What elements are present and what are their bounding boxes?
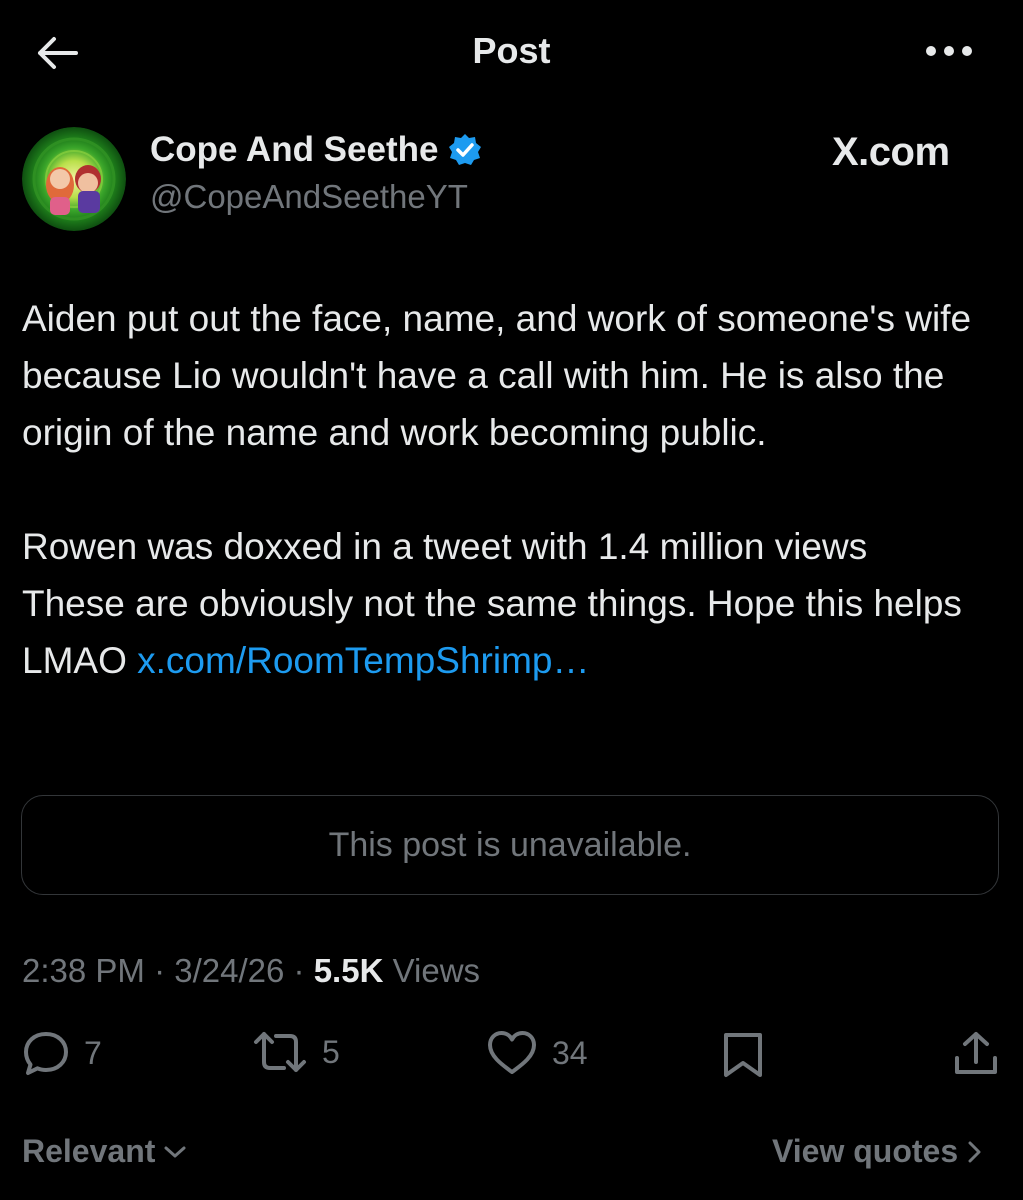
sort-label: Relevant [22,1133,156,1169]
post-date: 3/24/26 [174,952,285,989]
author-handle[interactable]: @CopeAndSeetheYT [150,178,468,216]
reply-button[interactable]: 7 [22,1030,102,1076]
share-icon[interactable] [953,1030,999,1078]
bookmark-icon[interactable] [722,1031,764,1079]
sort-dropdown[interactable]: Relevant [22,1133,187,1170]
meta-separator: · [154,952,166,989]
page-title: Post [472,30,551,71]
repost-icon [254,1032,306,1072]
post-meta: 2:38 PM · 3/24/26 · 5.5K Views [22,952,480,990]
chevron-down-icon [164,1146,186,1157]
repost-button[interactable]: 5 [252,1030,340,1074]
views-count[interactable]: 5.5K [314,952,384,989]
reply-count: 7 [84,1034,102,1071]
verified-badge-icon [449,134,482,165]
quoted-post-unavailable: This post is unavailable. [21,795,999,895]
chevron-right-icon [968,1141,981,1162]
avatar[interactable] [22,127,126,231]
post-paragraph-2-line-1: Rowen was doxxed in a tweet with 1.4 mil… [22,526,868,567]
post-paragraph-2-line-2: These are obviously not the same things.… [22,575,997,689]
post-link[interactable]: x.com/RoomTempShrimp… [137,640,589,681]
like-count: 34 [552,1034,588,1071]
more-horizontal-icon[interactable] [924,40,974,62]
author-name[interactable]: Cope And Seethe [150,130,438,170]
post-time: 2:38 PM [22,952,145,989]
reply-icon [24,1032,68,1075]
post-text: Aiden put out the face, name, and work o… [22,290,997,689]
watermark-text: X.com [832,130,950,174]
unavailable-text: This post is unavailable. [328,825,692,864]
avatar-image [22,127,126,231]
meta-separator: · [293,952,305,989]
view-quotes-label: View quotes [772,1133,959,1169]
heart-icon [488,1031,536,1074]
view-quotes-link[interactable]: View quotes [772,1133,984,1170]
repost-count: 5 [322,1033,340,1070]
like-button[interactable]: 34 [486,1030,588,1076]
post-paragraph-1: Aiden put out the face, name, and work o… [22,298,972,453]
views-label: Views [392,952,481,989]
